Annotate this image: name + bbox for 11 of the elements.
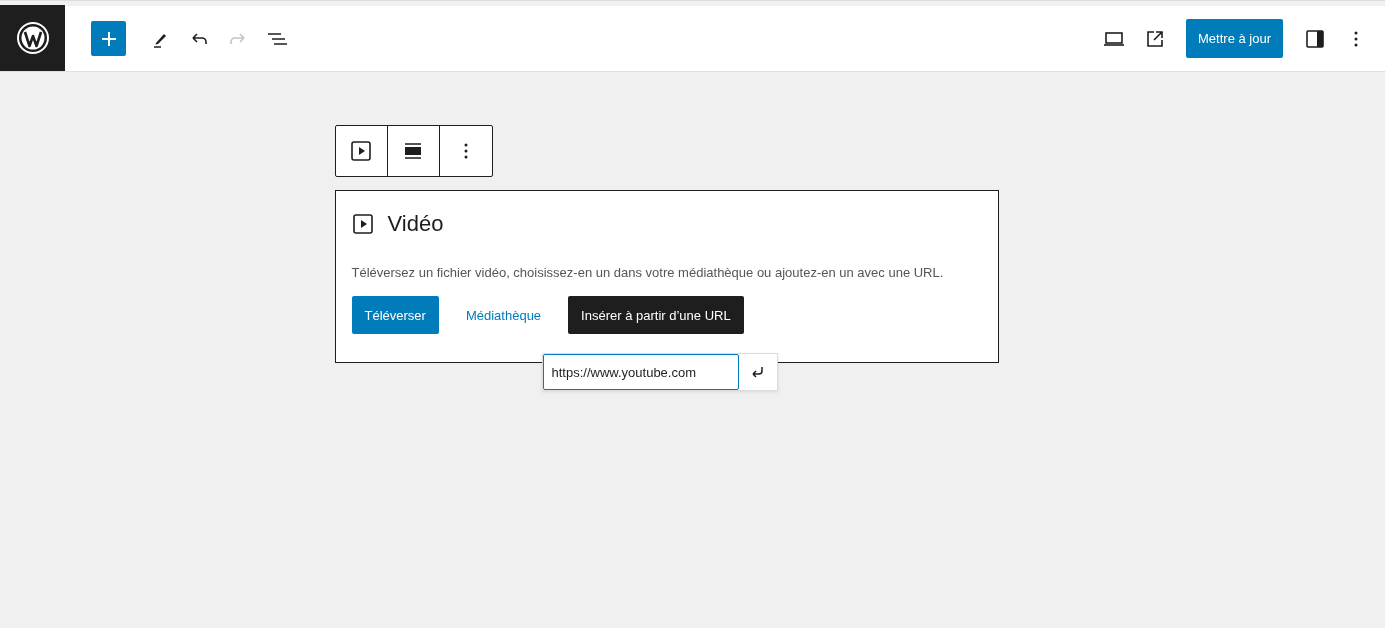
plus-icon [100, 30, 117, 47]
block-description: Téléversez un fichier vidéo, choisissez-en un dans votre médiathèque ou ajoutez-en un avec une URL. [351, 265, 945, 280]
update-button[interactable]: Mettre à jour [1186, 19, 1283, 58]
block-title: Vidéo [387, 211, 444, 237]
upload-button[interactable]: Téléverser [351, 296, 439, 334]
media-library-link[interactable]: Médiathèque [452, 296, 555, 334]
insert-url-button[interactable]: Insérer à partir d’une URL [568, 296, 744, 334]
video-icon [351, 213, 374, 235]
add-block-button[interactable] [91, 21, 126, 56]
wordpress-logo[interactable] [0, 5, 65, 71]
url-input-field[interactable]: https://www.youtube.com [542, 354, 739, 390]
